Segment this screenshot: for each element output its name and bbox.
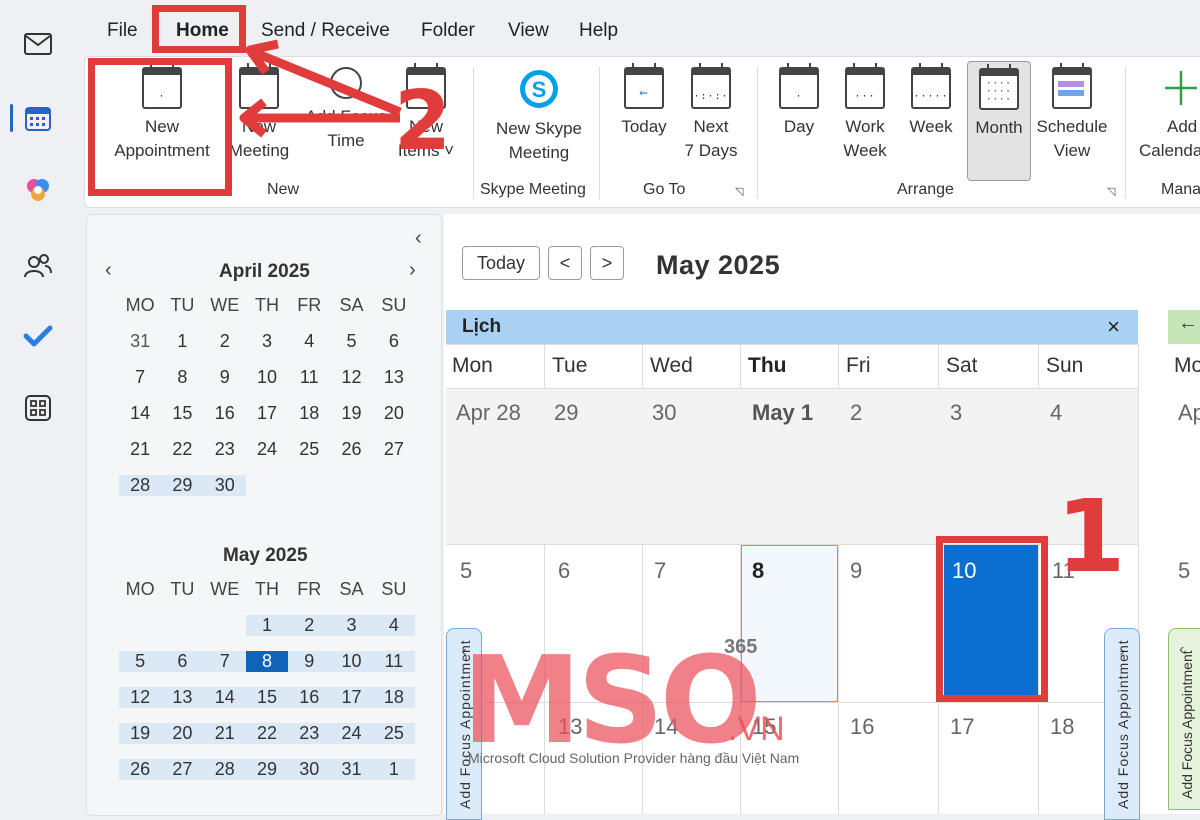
- watermark-tagline: Microsoft Cloud Solution Provider hàng đ…: [468, 750, 800, 766]
- step-2-label: 2: [394, 74, 452, 169]
- step-1-label: 1: [1056, 478, 1126, 595]
- watermark: MSO 365 .VN Microsoft Cloud Solution Pro…: [462, 632, 862, 790]
- watermark-vn: .VN: [728, 710, 785, 748]
- watermark-365: 365: [724, 636, 758, 658]
